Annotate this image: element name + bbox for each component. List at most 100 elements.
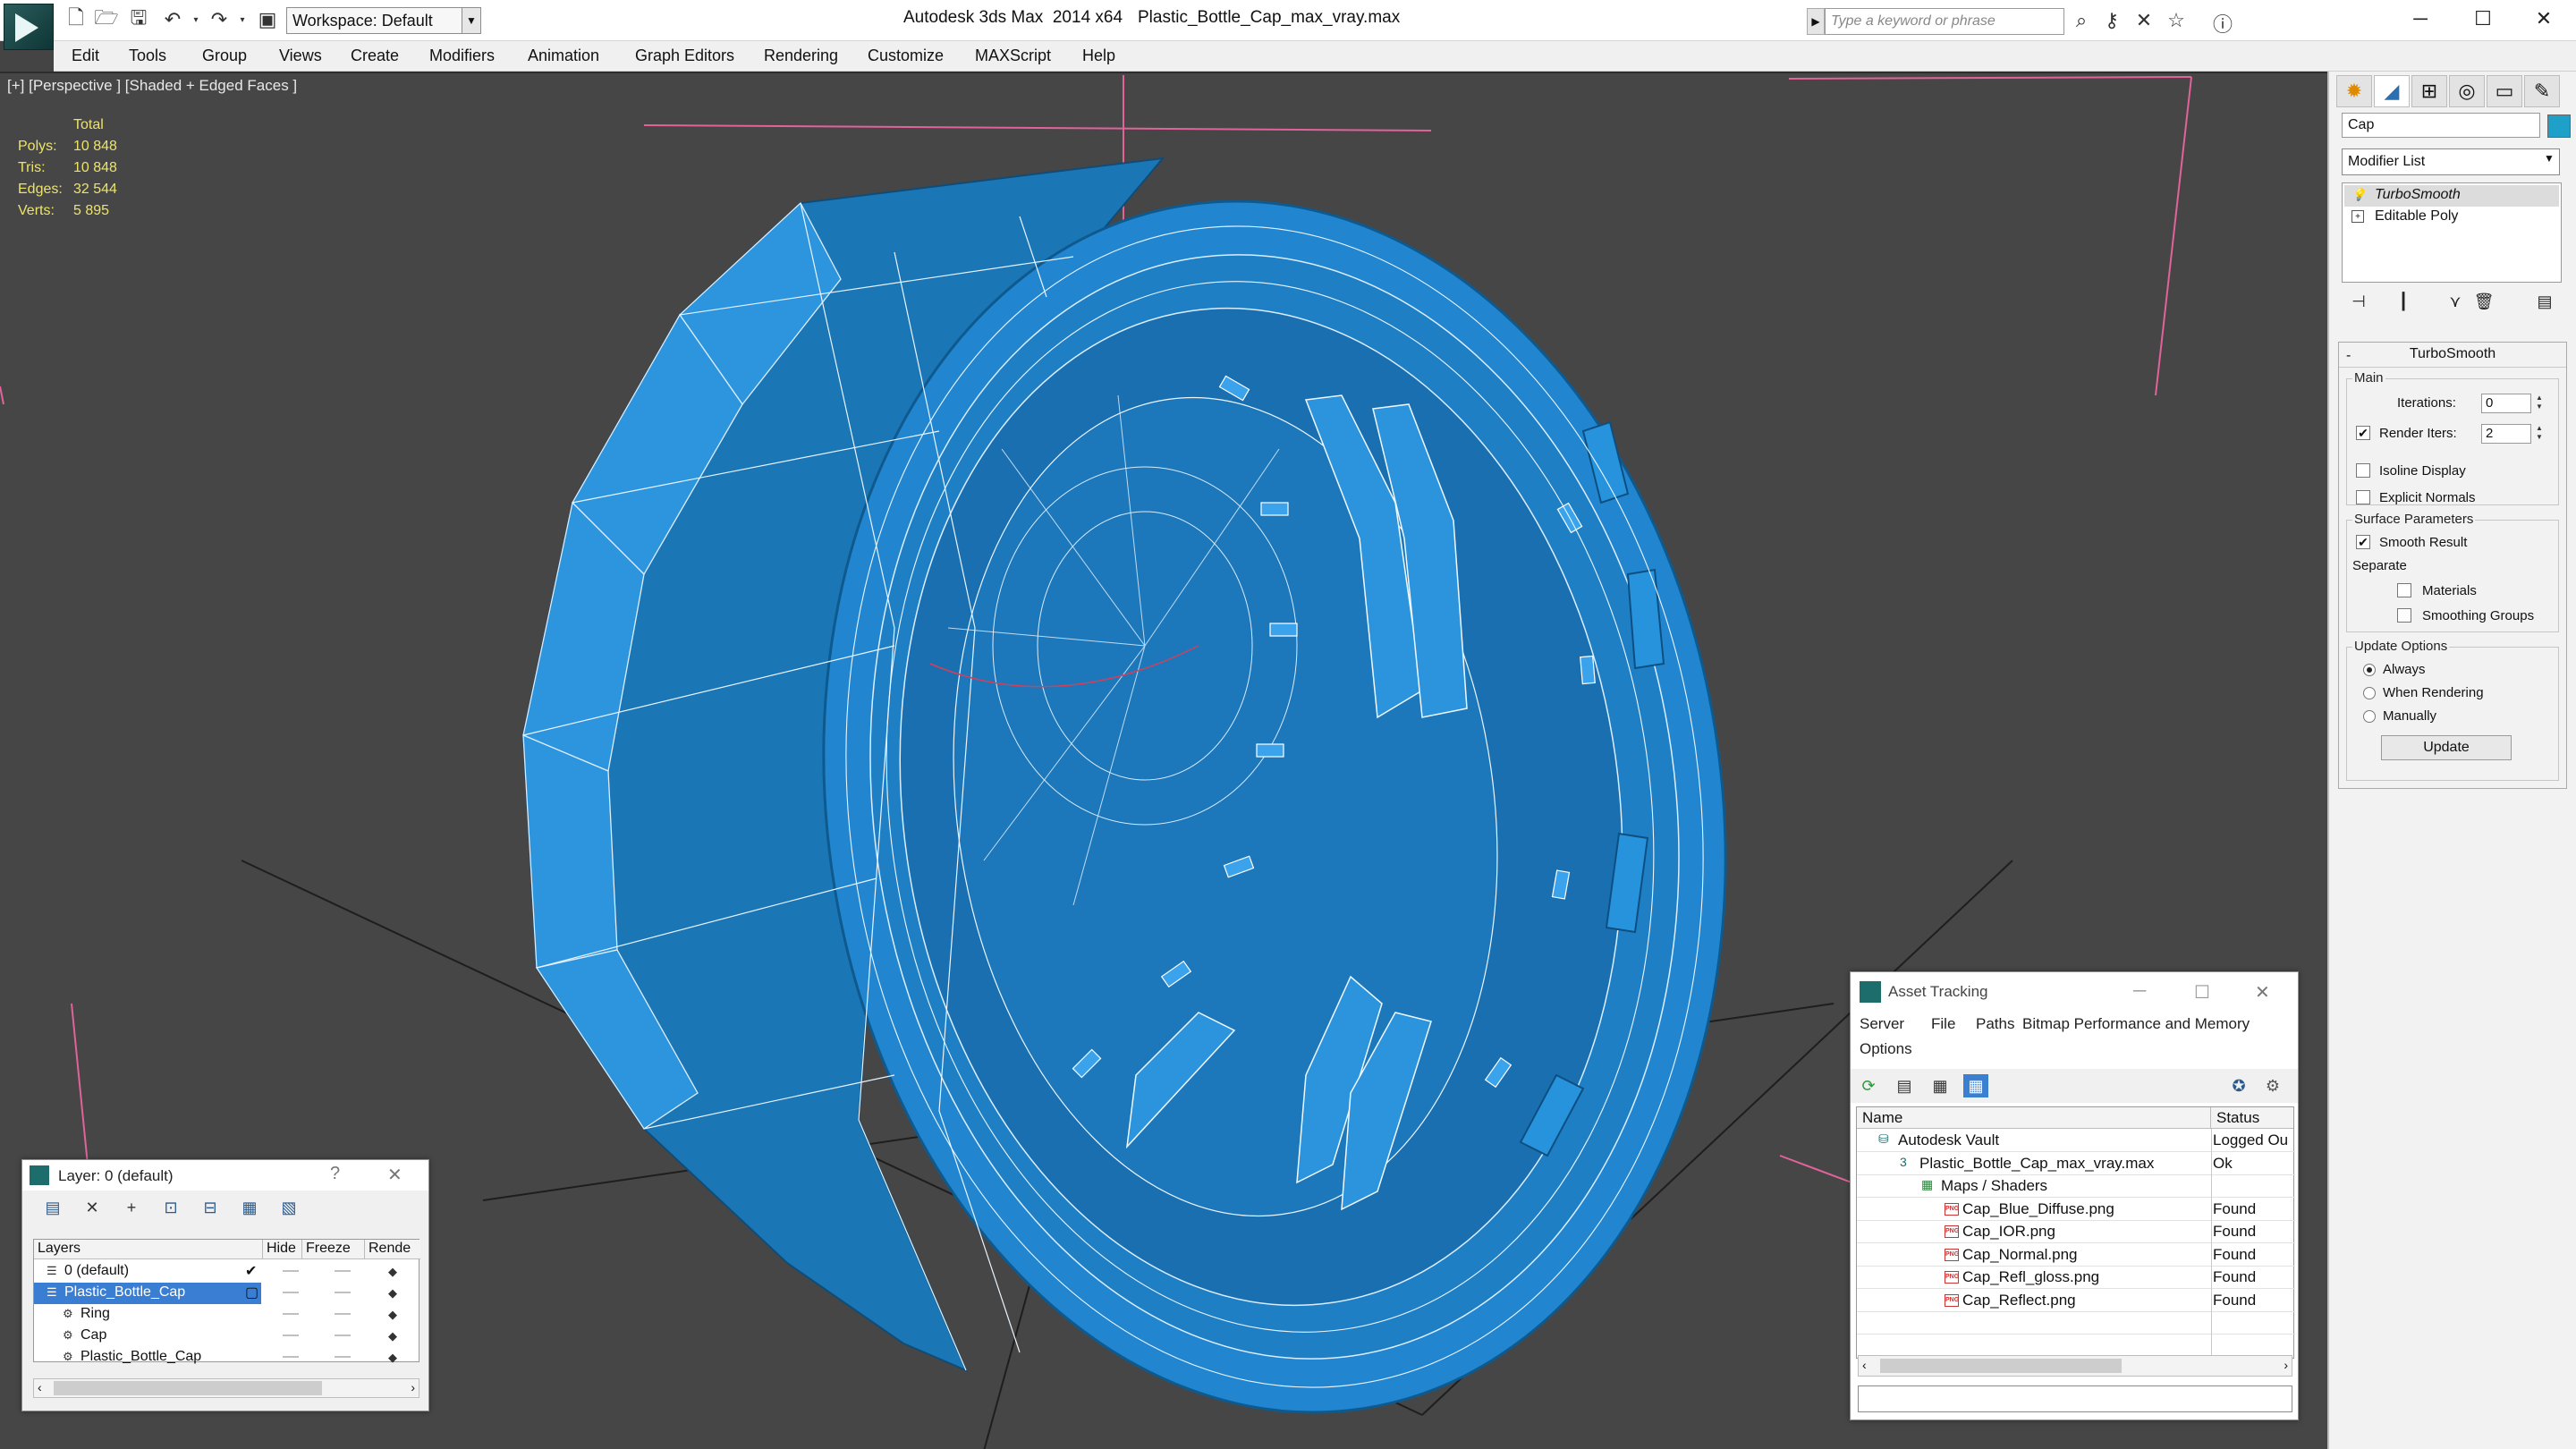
materials-checkbox[interactable] [2397,583,2411,597]
column-header[interactable]: Name [1857,1107,2211,1129]
stack-item-turbosmooth[interactable]: 💡 TurboSmooth [2344,185,2559,207]
binoculars-icon[interactable]: ⌕ [2068,9,2095,34]
hide-toggle[interactable] [283,1292,299,1293]
grid-view-icon[interactable]: ▦ [1963,1074,1988,1097]
chevron-down-icon[interactable]: ▼ [2544,152,2555,165]
chevron-down-icon[interactable]: ▼ [462,7,481,34]
search-expand-icon[interactable]: ▶ [1807,8,1825,35]
menu-options[interactable]: Options [1860,1040,1912,1058]
viewport-label[interactable]: [+] [Perspective ] [Shaded + Edged Faces… [7,77,297,95]
undo-dropdown-icon[interactable]: ▾ [184,9,208,30]
menu-group[interactable]: Group [202,47,247,65]
pin-stack-icon[interactable]: ⊣ [2347,290,2370,313]
freeze-all-icon[interactable]: ▧ [276,1196,301,1219]
menu-help[interactable]: Help [1082,47,1115,65]
dialog-title-bar[interactable]: Layer: 0 (default) ? ✕ [22,1160,428,1191]
menu-tools[interactable]: Tools [129,47,166,65]
menu-server[interactable]: Server [1860,1015,1904,1033]
menu-create[interactable]: Create [351,47,399,65]
add-to-layer-icon[interactable]: + [119,1196,144,1219]
iterations-spinner[interactable]: 0 [2481,394,2531,413]
spinner-arrows-icon[interactable]: ▲ ▼ [2533,394,2546,413]
redo-icon[interactable]: ↷ [208,8,231,30]
close-icon[interactable]: ✕ [2255,981,2270,1004]
horizontal-scrollbar[interactable]: ‹ › [1858,1355,2292,1377]
vault-help-icon[interactable]: ✪ [2226,1074,2251,1097]
display-tab-icon[interactable]: ▭ [2487,75,2522,107]
menu-graph-editors[interactable]: Graph Editors [635,47,734,65]
list-view-icon[interactable]: ▤ [1892,1074,1917,1097]
settings-icon[interactable]: ⚙ [2260,1074,2285,1097]
explicit-normals-checkbox[interactable] [2356,490,2370,504]
update-when-rendering-radio[interactable] [2363,687,2376,699]
search-input[interactable]: Type a keyword or phrase [1825,8,2064,35]
menu-file[interactable]: File [1931,1015,1955,1033]
select-objects-icon[interactable]: ⊡ [158,1196,183,1219]
make-unique-icon[interactable]: ⋎ [2444,290,2467,313]
hide-toggle[interactable] [283,1313,299,1315]
asset-row[interactable]: ⛁ Autodesk Vault Logged Ou [1857,1130,2295,1152]
object-name-input[interactable]: Cap [2342,113,2540,138]
render-teapot-icon[interactable]: ◆ [388,1286,397,1301]
lightbulb-icon[interactable]: 💡 [2351,189,2366,201]
help-icon[interactable]: ⓘ [2209,9,2236,36]
menu-animation[interactable]: Animation [528,47,599,65]
render-iters-spinner[interactable]: 2 [2481,424,2531,444]
asset-row[interactable]: ▦ Maps / Shaders [1857,1175,2295,1198]
modifier-list-dropdown[interactable]: Modifier List [2342,148,2560,175]
redo-dropdown-icon[interactable]: ▾ [231,9,254,30]
horizontal-scrollbar[interactable]: ‹ › [33,1378,419,1398]
menu-customize[interactable]: Customize [868,47,944,65]
menu-views[interactable]: Views [279,47,322,65]
column-header[interactable]: Layers [34,1240,263,1259]
freeze-toggle[interactable] [335,1356,351,1358]
collapse-icon[interactable]: - [2346,344,2351,368]
update-manually-radio[interactable] [2363,710,2376,723]
menu-bitmap-performance[interactable]: Bitmap Performance and Memory [2022,1015,2250,1033]
scroll-left-icon[interactable]: ‹ [1862,1358,1867,1372]
hide-toggle[interactable] [283,1356,299,1358]
close-icon[interactable]: ✕ [387,1164,402,1186]
menu-edit[interactable]: Edit [72,47,99,65]
motion-tab-icon[interactable]: ◎ [2449,75,2485,107]
update-button[interactable]: Update [2381,735,2512,760]
workspace-select[interactable]: Workspace: Default [286,7,481,34]
scroll-left-icon[interactable]: ‹ [38,1380,42,1394]
expand-plus-icon[interactable]: + [2351,210,2364,223]
bottle-cap-mesh[interactable] [521,142,1802,1449]
menu-modifiers[interactable]: Modifiers [429,47,495,65]
layer-row[interactable]: ⚙ Ring ◆ [34,1304,420,1326]
render-teapot-icon[interactable]: ◆ [388,1351,397,1365]
highlight-layer-icon[interactable]: ⊟ [198,1196,223,1219]
utilities-tab-icon[interactable]: ✎ [2524,75,2560,107]
minimize-icon[interactable]: ─ [2133,981,2146,1002]
new-file-icon[interactable]: 🗋 [64,6,88,30]
layer-row[interactable]: ☰ 0 (default) ✔ ◆ [34,1261,420,1283]
minimize-icon[interactable]: ─ [2388,0,2453,39]
smoothing-groups-checkbox[interactable] [2397,608,2411,623]
render-teapot-icon[interactable]: ◆ [388,1329,397,1343]
create-layer-icon[interactable]: ▤ [40,1196,65,1219]
menu-maxscript[interactable]: MAXScript [975,47,1051,65]
asset-row[interactable]: PNG Cap_Blue_Diffuse.png Found [1857,1199,2295,1221]
project-folder-icon[interactable]: ▣ [256,8,279,30]
freeze-toggle[interactable] [335,1313,351,1315]
maximize-icon[interactable]: ☐ [2194,981,2210,1004]
delete-layer-icon[interactable]: ✕ [80,1196,105,1219]
column-header[interactable]: Rende [365,1240,420,1259]
scroll-right-icon[interactable]: › [411,1380,415,1394]
stack-item-editable-poly[interactable]: + Editable Poly [2344,207,2559,228]
configure-sets-icon[interactable]: ▤ [2533,290,2556,313]
asset-path-field[interactable] [1858,1385,2292,1412]
freeze-toggle[interactable] [335,1335,351,1336]
isoline-display-checkbox[interactable] [2356,463,2370,478]
exchange-icon[interactable]: ✕ [2131,9,2157,34]
column-header[interactable]: Status [2211,1107,2293,1129]
menu-paths[interactable]: Paths [1976,1015,2014,1033]
key-icon[interactable]: ⚷ [2098,9,2125,34]
app-logo[interactable] [4,4,54,50]
smooth-result-checkbox[interactable]: ✔ [2356,535,2370,549]
render-teapot-icon[interactable]: ◆ [388,1265,397,1279]
scroll-right-icon[interactable]: › [2284,1358,2288,1372]
hide-toggle[interactable] [283,1335,299,1336]
